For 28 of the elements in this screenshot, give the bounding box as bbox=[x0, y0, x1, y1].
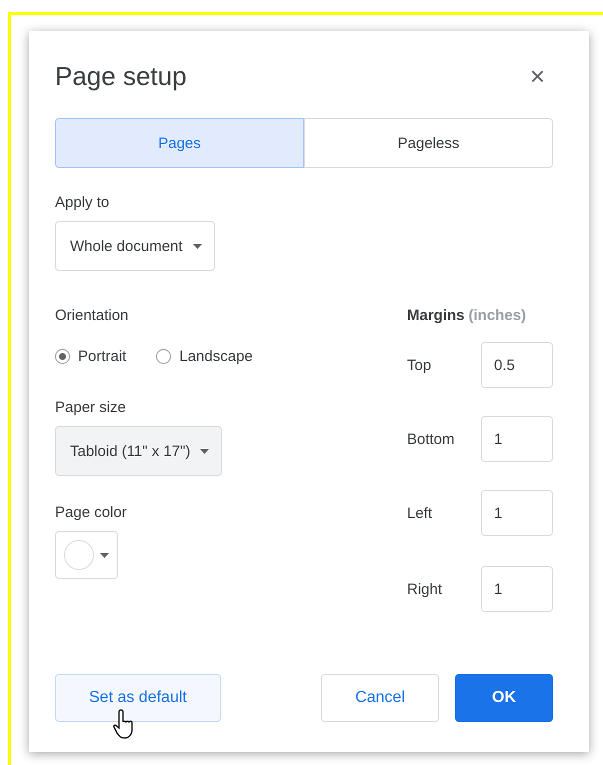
close-button[interactable]: × bbox=[522, 60, 553, 92]
tab[interactable]: Pageless bbox=[304, 118, 553, 168]
dialog-title: Page setup bbox=[55, 60, 187, 92]
margin-label: Top bbox=[407, 356, 432, 374]
radio-option[interactable]: Portrait bbox=[55, 348, 126, 365]
margin-field[interactable]: 1 bbox=[481, 416, 553, 462]
margin-field[interactable]: 0.5 bbox=[481, 342, 553, 388]
margin-field[interactable]: 1 bbox=[481, 566, 553, 612]
margin-label: Right bbox=[407, 580, 442, 598]
radio-option[interactable]: Landscape bbox=[156, 348, 253, 365]
paper-size-dropdown[interactable]: Tabloid (11" x 17") bbox=[55, 426, 222, 476]
margin-field[interactable]: 1 bbox=[481, 490, 553, 536]
tab[interactable]: Pages bbox=[55, 118, 304, 168]
dialog-button[interactable]: OK bbox=[455, 674, 553, 722]
apply-to-dropdown[interactable]: Whole document bbox=[55, 221, 215, 271]
dialog-button[interactable]: Cancel bbox=[321, 674, 439, 722]
page-color-dropdown[interactable] bbox=[55, 531, 118, 579]
dialog-button[interactable]: Set as default bbox=[55, 674, 221, 722]
margin-label: Bottom bbox=[407, 430, 455, 448]
caret-icon bbox=[192, 244, 202, 248]
field-label: Page color bbox=[55, 504, 128, 521]
caret-icon bbox=[200, 448, 210, 454]
field-label: Paper size bbox=[55, 399, 127, 416]
margin-label: Left bbox=[407, 504, 432, 522]
field-label: Orientation bbox=[55, 307, 130, 324]
caret-icon bbox=[100, 552, 109, 558]
field-label: Apply to bbox=[55, 194, 110, 211]
margins-heading: Margins (inches) bbox=[407, 307, 528, 324]
